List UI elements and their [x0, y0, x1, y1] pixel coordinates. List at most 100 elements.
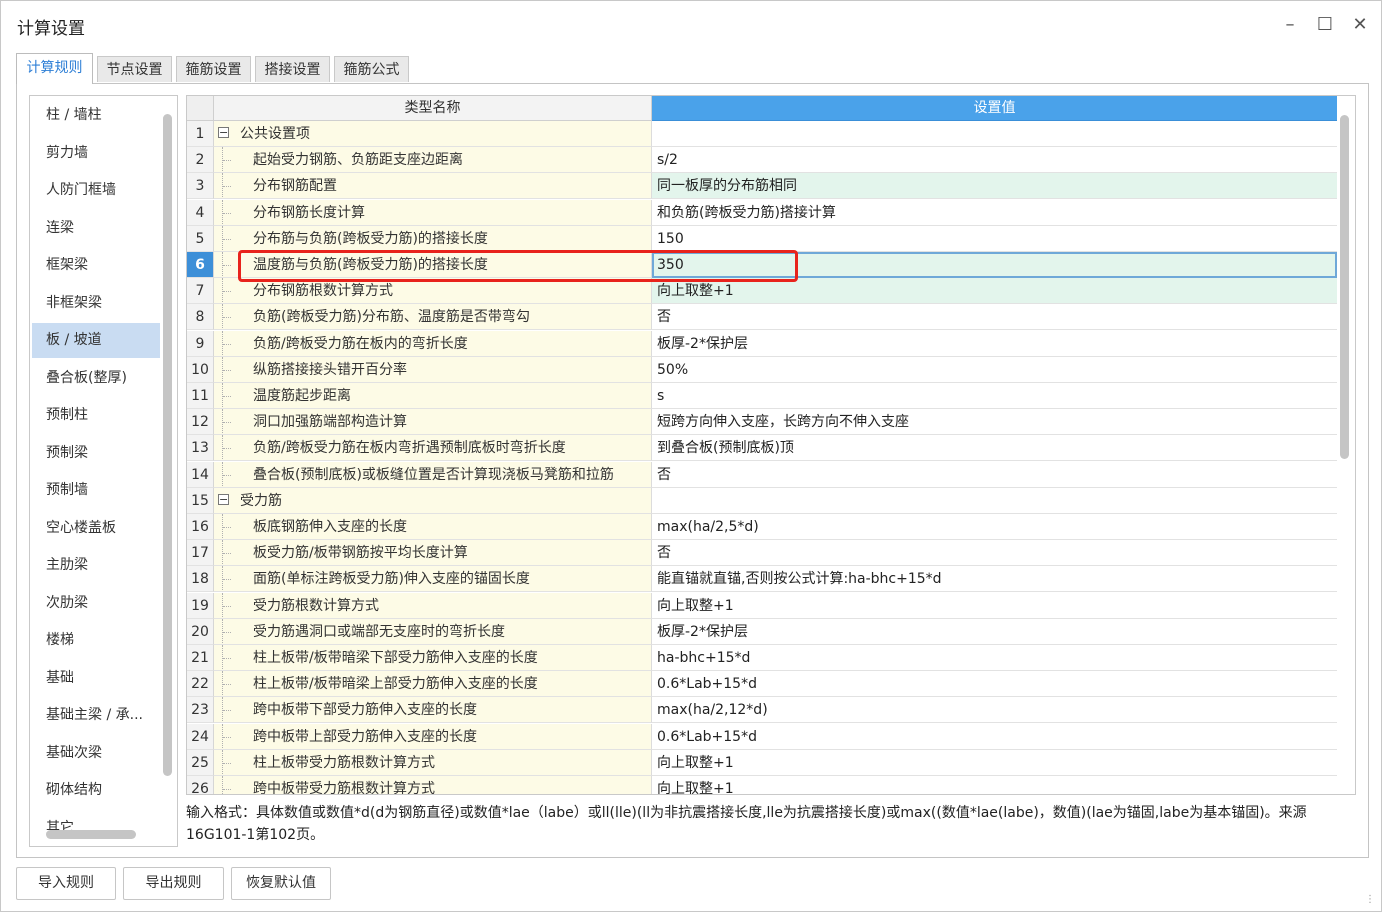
setting-value-cell[interactable]: 向上取整+1	[652, 776, 1337, 794]
table-row[interactable]: 15− 受力筋	[187, 487, 1337, 514]
sidebar-item[interactable]: 预制墙	[32, 473, 160, 508]
table-row[interactable]: 12 洞口加强筋端部构造计算 短跨方向伸入支座，长跨方向不伸入支座	[187, 409, 1337, 436]
setting-value-cell[interactable]: s/2	[652, 147, 1337, 174]
sidebar-item[interactable]: 空心楼盖板	[32, 511, 160, 546]
type-name-cell[interactable]: 柱上板带/板带暗梁下部受力筋伸入支座的长度	[214, 645, 652, 671]
setting-value-cell[interactable]: max(ha/2,12*d)	[652, 697, 1337, 724]
tab-lap-settings[interactable]: 搭接设置	[255, 56, 330, 82]
table-row[interactable]: 22 柱上板带/板带暗梁上部受力筋伸入支座的长度 0.6*Lab+15*d	[187, 671, 1337, 698]
sidebar-item[interactable]: 预制梁	[32, 436, 160, 471]
restore-defaults-button[interactable]: 恢复默认值	[231, 867, 331, 900]
type-name-cell[interactable]: 洞口加强筋端部构造计算	[214, 409, 652, 436]
setting-value-cell[interactable]: ha-bhc+15*d	[652, 645, 1337, 671]
sidebar-item[interactable]: 柱 / 墙柱	[32, 98, 160, 133]
type-name-cell[interactable]: 温度筋起步距离	[214, 383, 652, 409]
sidebar-horizontal-scrollbar[interactable]	[46, 830, 136, 839]
sidebar-item[interactable]: 主肋梁	[32, 548, 160, 583]
setting-value-cell[interactable]: 向上取整+1	[652, 278, 1337, 305]
type-name-cell[interactable]: 起始受力钢筋、负筋距支座边距离	[214, 147, 652, 174]
export-rules-button[interactable]: 导出规则	[123, 867, 224, 900]
table-row[interactable]: 21 柱上板带/板带暗梁下部受力筋伸入支座的长度 ha-bhc+15*d	[187, 645, 1337, 671]
setting-value-cell[interactable]: 350	[652, 252, 1337, 278]
collapse-icon[interactable]: −	[218, 127, 229, 138]
table-row[interactable]: 2 起始受力钢筋、负筋距支座边距离 s/2	[187, 147, 1337, 174]
sidebar-item[interactable]: 板 / 坡道	[32, 323, 160, 358]
table-row[interactable]: 17 板受力筋/板带钢筋按平均长度计算 否	[187, 540, 1337, 567]
tab-stirrup-formula[interactable]: 箍筋公式	[334, 56, 409, 82]
sidebar-item[interactable]: 其它	[32, 811, 160, 846]
group-header-cell[interactable]: − 受力筋	[214, 487, 652, 514]
table-row[interactable]: 18 面筋(单标注跨板受力筋)伸入支座的锚固长度 能直锚就直锚,否则按公式计算:ha…	[187, 566, 1337, 593]
sidebar-item[interactable]: 叠合板(整厚)	[32, 361, 160, 396]
setting-value-cell[interactable]: 否	[652, 304, 1337, 331]
type-name-cell[interactable]: 面筋(单标注跨板受力筋)伸入支座的锚固长度	[214, 566, 652, 593]
table-row[interactable]: 14 叠合板(预制底板)或板缝位置是否计算现浇板马凳筋和拉筋 否	[187, 461, 1337, 488]
sidebar-item[interactable]: 非框架梁	[32, 286, 160, 321]
type-name-cell[interactable]: 柱上板带受力筋根数计算方式	[214, 749, 652, 776]
setting-value-cell[interactable]: 和负筋(跨板受力筋)搭接计算	[652, 199, 1337, 226]
type-name-cell[interactable]: 分布钢筋配置	[214, 173, 652, 200]
sidebar-item[interactable]: 人防门框墙	[32, 173, 160, 208]
table-row[interactable]: 8 负筋(跨板受力筋)分布筋、温度筋是否带弯勾 否	[187, 304, 1337, 331]
type-name-cell[interactable]: 板受力筋/板带钢筋按平均长度计算	[214, 540, 652, 567]
table-row[interactable]: 5 分布筋与负筋(跨板受力筋)的搭接长度 150	[187, 225, 1337, 252]
table-row[interactable]: 1− 公共设置项	[187, 121, 1337, 147]
import-rules-button[interactable]: 导入规则	[16, 867, 116, 900]
type-name-cell[interactable]: 柱上板带/板带暗梁上部受力筋伸入支座的长度	[214, 671, 652, 698]
type-name-cell[interactable]: 受力筋遇洞口或端部无支座时的弯折长度	[214, 618, 652, 645]
type-name-cell[interactable]: 跨中板带下部受力筋伸入支座的长度	[214, 697, 652, 724]
table-row[interactable]: 13 负筋/跨板受力筋在板内弯折遇预制底板时弯折长度 到叠合板(预制底板)顶	[187, 435, 1337, 462]
type-name-cell[interactable]: 叠合板(预制底板)或板缝位置是否计算现浇板马凳筋和拉筋	[214, 461, 652, 488]
sidebar-item[interactable]: 预制柱	[32, 398, 160, 433]
table-row[interactable]: 6 温度筋与负筋(跨板受力筋)的搭接长度 350	[187, 252, 1337, 278]
sidebar-item[interactable]: 框架梁	[32, 248, 160, 283]
type-name-cell[interactable]: 板底钢筋伸入支座的长度	[214, 514, 652, 540]
table-row[interactable]: 9 负筋/跨板受力筋在板内的弯折长度 板厚-2*保护层	[187, 330, 1337, 357]
table-row[interactable]: 16 板底钢筋伸入支座的长度 max(ha/2,5*d)	[187, 514, 1337, 540]
table-row[interactable]: 20 受力筋遇洞口或端部无支座时的弯折长度 板厚-2*保护层	[187, 618, 1337, 645]
type-name-cell[interactable]: 分布钢筋根数计算方式	[214, 278, 652, 305]
collapse-icon[interactable]: −	[218, 493, 229, 505]
tab-node-settings[interactable]: 节点设置	[97, 56, 172, 82]
type-name-cell[interactable]: 负筋/跨板受力筋在板内的弯折长度	[214, 330, 652, 357]
setting-value-cell[interactable]: 短跨方向伸入支座，长跨方向不伸入支座	[652, 409, 1337, 436]
table-row[interactable]: 24 跨中板带上部受力筋伸入支座的长度 0.6*Lab+15*d	[187, 723, 1337, 750]
setting-value-cell[interactable]: 否	[652, 461, 1337, 488]
sidebar-item[interactable]: 次肋梁	[32, 586, 160, 621]
table-row[interactable]: 19 受力筋根数计算方式 向上取整+1	[187, 592, 1337, 619]
setting-value-cell[interactable]: 否	[652, 540, 1337, 567]
sidebar-vertical-scrollbar[interactable]	[163, 114, 172, 776]
setting-value-cell[interactable]	[652, 121, 1337, 147]
setting-value-cell[interactable]	[652, 487, 1337, 514]
tab-calc-rules[interactable]: 计算规则	[16, 53, 93, 84]
type-name-cell[interactable]: 纵筋搭接接头错开百分率	[214, 356, 652, 383]
setting-value-cell[interactable]: 到叠合板(预制底板)顶	[652, 435, 1337, 462]
maximize-icon[interactable]: ☐	[1313, 13, 1337, 37]
setting-value-cell[interactable]: 板厚-2*保护层	[652, 618, 1337, 645]
setting-value-cell[interactable]: 板厚-2*保护层	[652, 330, 1337, 357]
type-name-cell[interactable]: 分布钢筋长度计算	[214, 199, 652, 226]
setting-value-cell[interactable]: 150	[652, 225, 1337, 252]
sidebar-item[interactable]: 基础主梁 / 承...	[32, 698, 160, 733]
tab-stirrup-settings[interactable]: 箍筋设置	[176, 56, 251, 82]
sidebar-item[interactable]: 砌体结构	[32, 773, 160, 808]
type-name-cell[interactable]: 负筋(跨板受力筋)分布筋、温度筋是否带弯勾	[214, 304, 652, 331]
sidebar-item[interactable]: 剪力墙	[32, 136, 160, 171]
grid-vertical-scrollbar[interactable]	[1340, 115, 1349, 459]
table-row[interactable]: 23 跨中板带下部受力筋伸入支座的长度 max(ha/2,12*d)	[187, 697, 1337, 724]
type-name-cell[interactable]: 受力筋根数计算方式	[214, 592, 652, 619]
setting-value-cell[interactable]: max(ha/2,5*d)	[652, 514, 1337, 540]
setting-value-cell[interactable]: s	[652, 383, 1337, 409]
setting-value-cell[interactable]: 向上取整+1	[652, 592, 1337, 619]
table-row[interactable]: 25 柱上板带受力筋根数计算方式 向上取整+1	[187, 749, 1337, 776]
table-row[interactable]: 10 纵筋搭接接头错开百分率 50%	[187, 356, 1337, 383]
type-name-cell[interactable]: 温度筋与负筋(跨板受力筋)的搭接长度	[214, 252, 652, 278]
type-name-cell[interactable]: 跨中板带上部受力筋伸入支座的长度	[214, 723, 652, 750]
type-name-cell[interactable]: 负筋/跨板受力筋在板内弯折遇预制底板时弯折长度	[214, 435, 652, 462]
setting-value-cell[interactable]: 能直锚就直锚,否则按公式计算:ha-bhc+15*d	[652, 566, 1337, 593]
setting-value-cell[interactable]: 0.6*Lab+15*d	[652, 671, 1337, 698]
table-row[interactable]: 4 分布钢筋长度计算 和负筋(跨板受力筋)搭接计算	[187, 199, 1337, 226]
minimize-icon[interactable]: –	[1278, 13, 1302, 37]
setting-value-cell[interactable]: 0.6*Lab+15*d	[652, 723, 1337, 750]
type-name-cell[interactable]: 分布筋与负筋(跨板受力筋)的搭接长度	[214, 225, 652, 252]
